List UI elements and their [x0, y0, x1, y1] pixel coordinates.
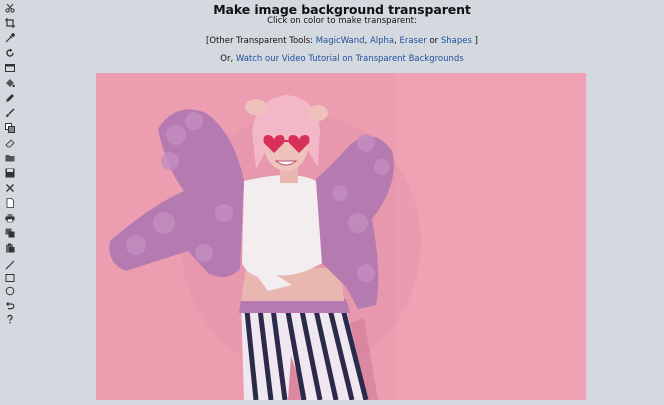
new-file-icon[interactable]	[4, 197, 16, 209]
or-separator: or	[426, 36, 441, 46]
woman-fur-jacket-photo	[96, 73, 586, 400]
dropper-icon[interactable]	[4, 32, 16, 44]
eraser-link[interactable]: Eraser	[400, 36, 427, 46]
rotate-icon[interactable]	[4, 47, 16, 59]
video-prefix: Or,	[220, 54, 236, 64]
copy-icon[interactable]	[4, 227, 16, 239]
undo-icon[interactable]	[4, 299, 16, 311]
paste-icon[interactable]	[4, 242, 16, 254]
video-tutorial-link[interactable]: Watch our Video Tutorial on Transparent …	[236, 54, 464, 64]
help-icon[interactable]	[4, 313, 16, 325]
circle-icon[interactable]	[4, 285, 16, 297]
magicwand-link[interactable]: MagicWand	[316, 36, 365, 46]
line-icon[interactable]	[4, 259, 16, 271]
brush-icon[interactable]	[4, 107, 16, 119]
tools-suffix: ]	[471, 36, 478, 46]
tools-prefix: [Other Transparent Tools:	[206, 36, 316, 46]
shapes-link[interactable]: Shapes	[441, 36, 472, 46]
alpha-link[interactable]: Alpha	[370, 36, 394, 46]
video-tutorial-line: Or, Watch our Video Tutorial on Transpar…	[20, 54, 664, 64]
print-icon[interactable]	[4, 212, 16, 224]
paint-bucket-icon[interactable]	[4, 77, 16, 89]
tool-sidebar	[0, 0, 20, 405]
scissors-icon[interactable]	[4, 2, 16, 14]
resize-icon[interactable]	[4, 62, 16, 74]
open-folder-icon[interactable]	[4, 152, 16, 164]
eraser-icon[interactable]	[4, 137, 16, 149]
pen-icon[interactable]	[4, 92, 16, 104]
save-icon[interactable]	[4, 167, 16, 179]
page-subtitle: Click on color to make transparent:	[267, 16, 417, 26]
crop-icon[interactable]	[4, 17, 16, 29]
other-tools-line: [Other Transparent Tools: MagicWand, Alp…	[20, 36, 664, 46]
close-icon[interactable]	[4, 182, 16, 194]
rectangle-icon[interactable]	[4, 272, 16, 284]
layers-icon[interactable]	[4, 122, 16, 134]
image-canvas[interactable]	[96, 73, 586, 400]
page-title: Make image background transparent	[213, 2, 471, 17]
